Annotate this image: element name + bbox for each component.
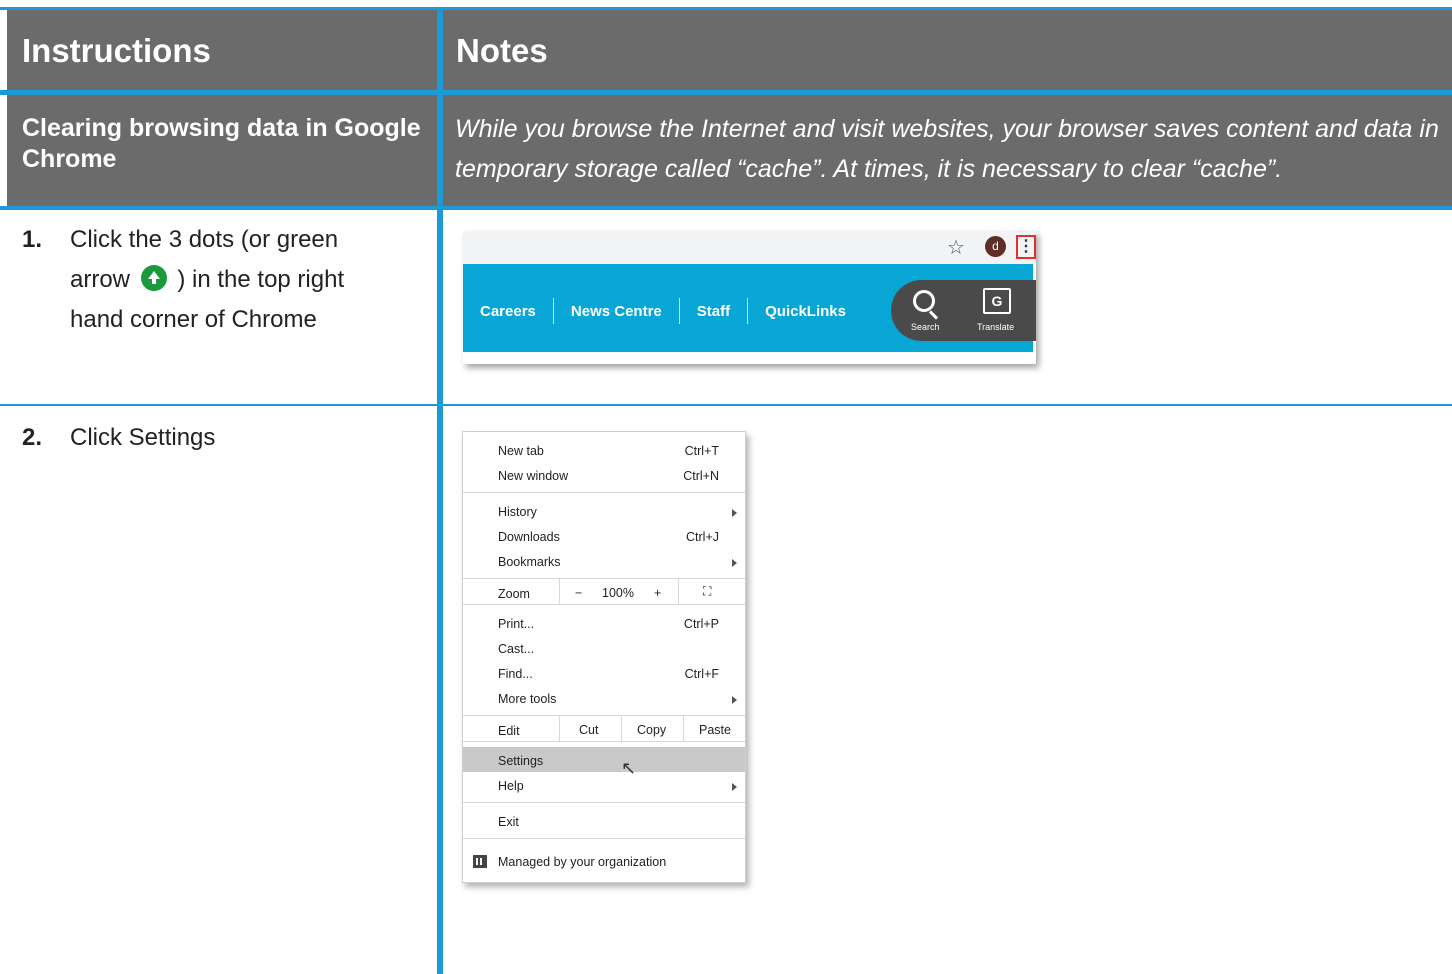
notes-title: Notes	[456, 32, 548, 69]
translate-icon[interactable]: G	[983, 288, 1011, 314]
menu-item-cast[interactable]: Cast...	[498, 642, 534, 656]
paste-button[interactable]: Paste	[699, 723, 731, 737]
column-divider	[437, 10, 443, 974]
nav-link-staff[interactable]: Staff	[697, 303, 747, 320]
menu-item-edit: Edit	[498, 724, 520, 738]
menu-item-print[interactable]: Print...	[498, 617, 534, 631]
zoom-out-button[interactable]: −	[575, 586, 582, 600]
section-title: Clearing browsing data in Google Chrome	[22, 114, 421, 173]
step-1-number: 1.	[22, 226, 43, 253]
chrome-menu-dots-icon[interactable]: ⋮	[1016, 235, 1036, 259]
nav-link-quicklinks[interactable]: QuickLinks	[765, 303, 863, 320]
menu-separator	[463, 838, 745, 839]
menu-separator	[463, 802, 745, 803]
fullscreen-icon[interactable]: ⛶	[703, 584, 711, 599]
site-nav-bar: Careers News Centre Staff QuickLinks Sea…	[463, 264, 1036, 352]
step-divider	[0, 404, 1452, 406]
menu-item-new-window[interactable]: New window	[498, 469, 568, 483]
cut-button[interactable]: Cut	[579, 723, 598, 737]
menu-item-new-tab[interactable]: New tab	[498, 444, 544, 458]
profile-avatar[interactable]: d	[985, 236, 1006, 257]
zoom-in-button[interactable]: +	[654, 586, 661, 600]
menu-item-exit[interactable]: Exit	[498, 815, 519, 829]
chrome-address-bar: ☆ d ⋮	[463, 231, 1036, 264]
edit-separator	[559, 716, 560, 741]
edit-separator	[683, 716, 684, 741]
shortcut-downloads: Ctrl+J	[686, 530, 719, 544]
zoom-separator	[559, 579, 560, 604]
zoom-separator	[678, 579, 679, 604]
building-icon	[473, 855, 487, 868]
search-translate-pill: Search G Translate	[891, 280, 1036, 341]
edit-separator	[621, 716, 622, 741]
submenu-arrow-icon	[732, 783, 737, 791]
copy-button[interactable]: Copy	[637, 723, 666, 737]
managed-by-org[interactable]: Managed by your organization	[498, 855, 666, 869]
search-label: Search	[911, 322, 940, 332]
menu-item-downloads[interactable]: Downloads	[498, 530, 560, 544]
submenu-arrow-icon	[732, 696, 737, 704]
notes-header: Notes	[443, 10, 1452, 90]
step-2-text: Click Settings	[70, 424, 216, 451]
subheader-divider	[0, 206, 1452, 210]
instructions-title: Instructions	[22, 32, 211, 69]
menu-item-settings[interactable]: Settings	[498, 754, 543, 768]
translate-label: Translate	[977, 322, 1015, 332]
nav-links: Careers News Centre Staff QuickLinks	[480, 298, 863, 324]
bookmark-star-icon[interactable]: ☆	[947, 235, 965, 259]
menu-item-zoom: Zoom	[498, 587, 530, 601]
menu-item-bookmarks[interactable]: Bookmarks	[498, 555, 561, 569]
nav-link-careers[interactable]: Careers	[480, 303, 553, 320]
menu-separator	[463, 604, 745, 605]
menu-item-find[interactable]: Find...	[498, 667, 533, 681]
section-title-cell: Clearing browsing data in Google Chrome	[7, 95, 438, 206]
mouse-pointer-icon: ↖	[621, 758, 637, 779]
green-arrow-icon	[140, 265, 167, 291]
nav-separator	[552, 298, 554, 324]
submenu-arrow-icon	[732, 509, 737, 517]
menu-separator	[463, 492, 745, 493]
shortcut-new-tab: Ctrl+T	[684, 444, 719, 458]
step-2-number: 2.	[22, 424, 43, 451]
step-1-text: Click the 3 dots (or green arrow ) in th…	[70, 220, 390, 340]
search-icon[interactable]	[913, 290, 935, 312]
chrome-toolbar-screenshot: ☆ d ⋮ Careers News Centre Staff QuickLin…	[463, 231, 1036, 364]
menu-separator	[463, 715, 745, 716]
shortcut-find: Ctrl+F	[684, 667, 719, 681]
menu-item-history[interactable]: History	[498, 505, 537, 519]
menu-item-help[interactable]: Help	[498, 779, 524, 793]
instructions-header: Instructions	[7, 10, 438, 90]
zoom-level: 100%	[602, 586, 634, 600]
menu-item-more-tools[interactable]: More tools	[498, 692, 556, 706]
section-note: While you browse the Internet and visit …	[455, 115, 1439, 183]
chrome-context-menu: New tab Ctrl+T New window Ctrl+N History…	[462, 431, 746, 883]
menu-separator	[463, 578, 745, 579]
nav-separator	[747, 298, 749, 324]
nav-separator	[678, 298, 680, 324]
nav-link-news-centre[interactable]: News Centre	[571, 303, 679, 320]
menu-separator	[463, 741, 745, 742]
shortcut-print: Ctrl+P	[683, 617, 719, 631]
shortcut-new-window: Ctrl+N	[683, 469, 719, 483]
section-note-cell: While you browse the Internet and visit …	[443, 95, 1452, 206]
submenu-arrow-icon	[732, 559, 737, 567]
